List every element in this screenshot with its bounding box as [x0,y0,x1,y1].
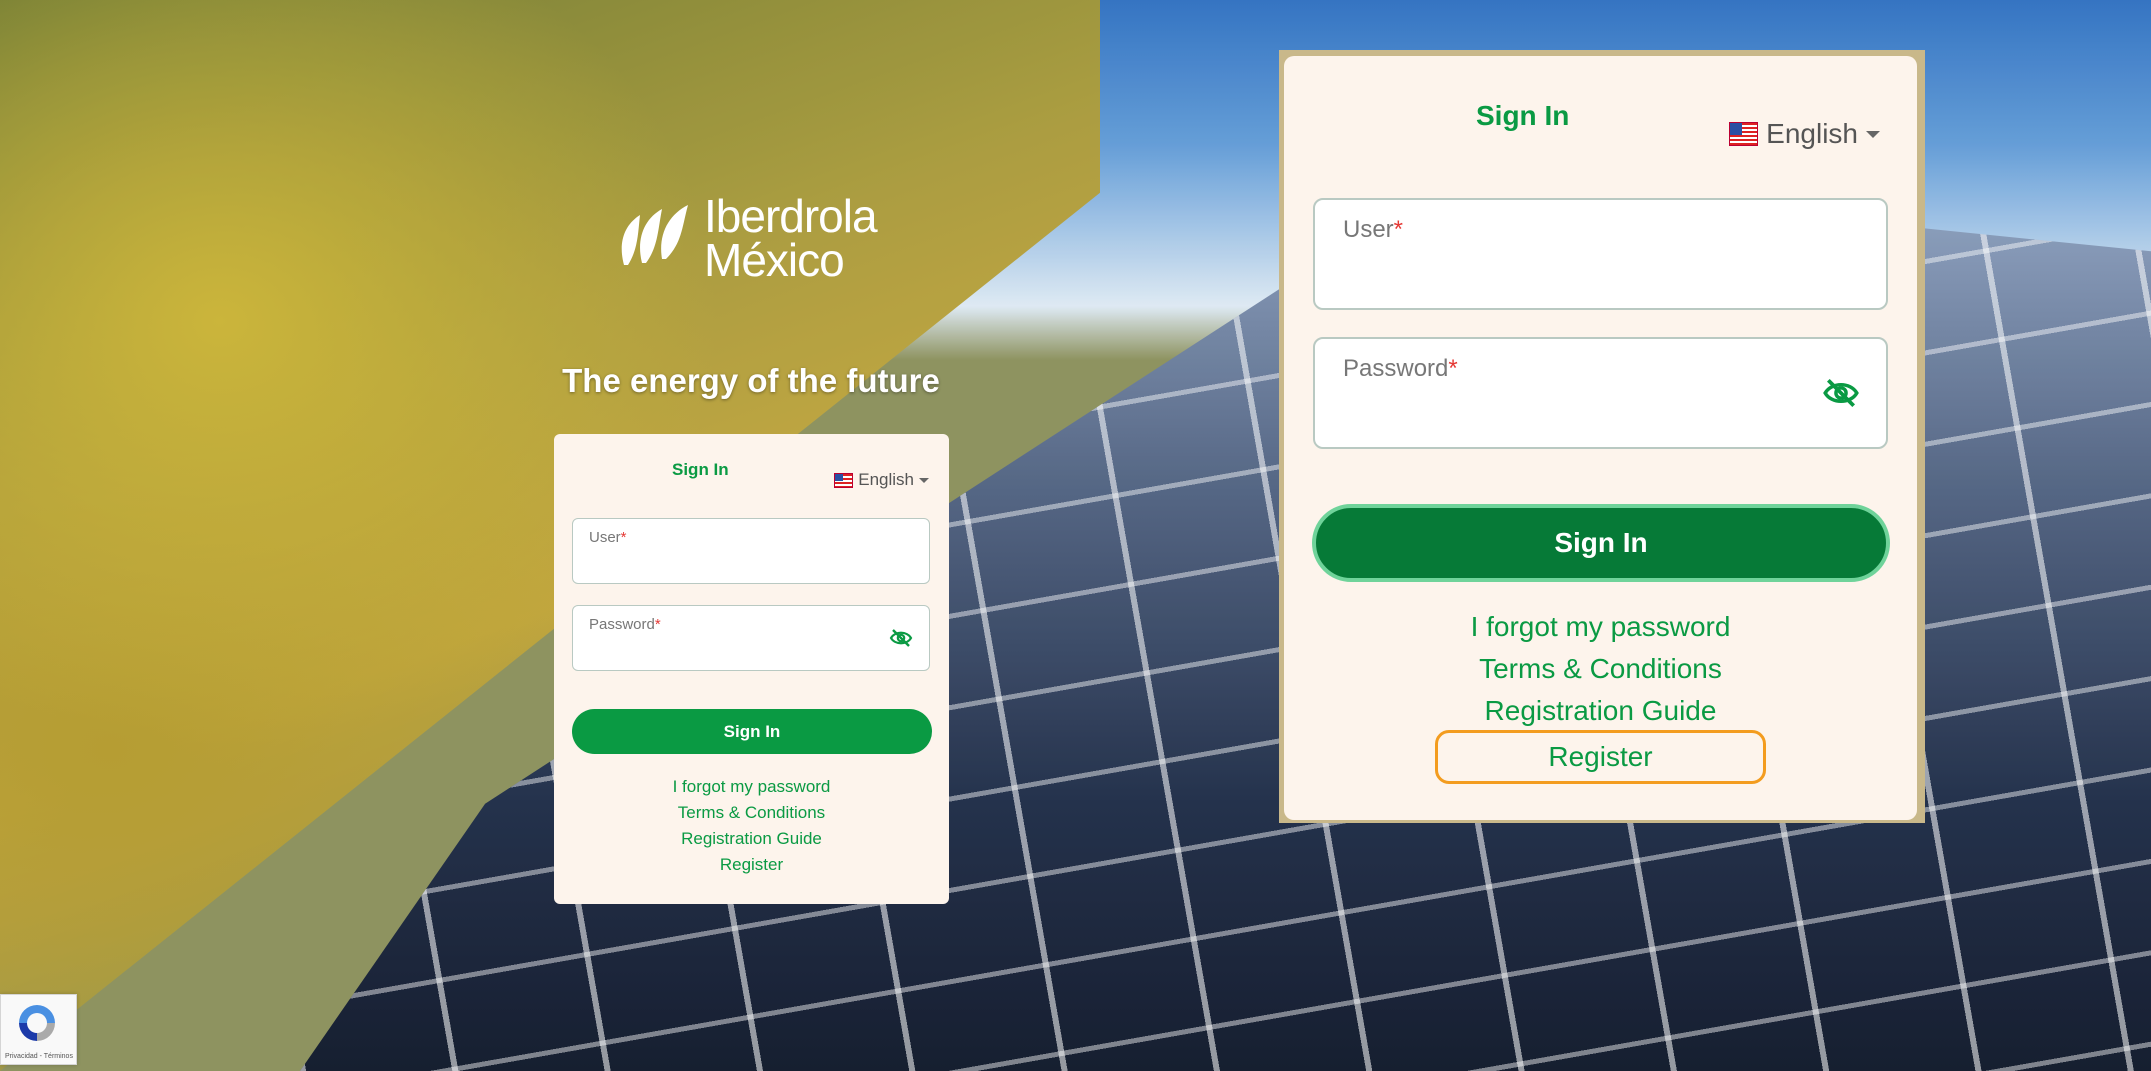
recaptcha-footer: Privacidad - Términos [5,1053,73,1060]
terms-link[interactable]: Terms & Conditions [1284,648,1917,690]
brand-name: Iberdrola [704,190,878,242]
chevron-down-icon [919,477,929,483]
password-label: Password [1343,355,1449,382]
eye-slash-icon[interactable] [1822,377,1860,409]
chevron-down-icon [1866,130,1880,138]
tagline: The energy of the future [562,362,940,399]
sign-in-button[interactable]: Sign In [1312,504,1890,582]
language-selector[interactable]: English [1729,118,1880,150]
recaptcha-badge[interactable]: Privacidad - Términos [0,994,77,1065]
language-selector[interactable]: English [834,470,929,490]
sign-in-button[interactable]: Sign In [572,709,932,754]
sign-in-title: Sign In [672,460,729,479]
password-input[interactable]: Password* [572,605,930,671]
registration-guide-link[interactable]: Registration Guide [1284,690,1917,732]
sign-in-title: Sign In [1476,100,1570,131]
recaptcha-icon [19,1005,55,1041]
us-flag-icon [834,472,854,488]
brand-logo: Iberdrola México [616,190,878,286]
language-label: English [1766,118,1858,149]
iberdrola-leaves-icon [621,205,688,265]
login-card-large: Sign In English User* Password* Sign In … [1284,56,1917,820]
brand-country: México [704,234,845,286]
password-label: Password [589,616,655,633]
language-label: English [858,470,914,489]
user-input[interactable]: User* [572,518,930,584]
user-input[interactable]: User* [1313,198,1888,310]
registration-guide-link[interactable]: Registration Guide [554,826,949,852]
us-flag-icon [1729,122,1759,146]
forgot-password-link[interactable]: I forgot my password [554,774,949,800]
eye-slash-icon[interactable] [889,628,913,648]
user-label: User [589,529,621,546]
forgot-password-link[interactable]: I forgot my password [1284,606,1917,648]
password-input[interactable]: Password* [1313,337,1888,449]
login-card-small: Sign In English User* Password* Sign In … [554,434,949,904]
user-label: User [1343,216,1394,243]
register-link[interactable]: Register [554,852,949,878]
terms-link[interactable]: Terms & Conditions [554,800,949,826]
register-link[interactable]: Register [1435,730,1766,784]
